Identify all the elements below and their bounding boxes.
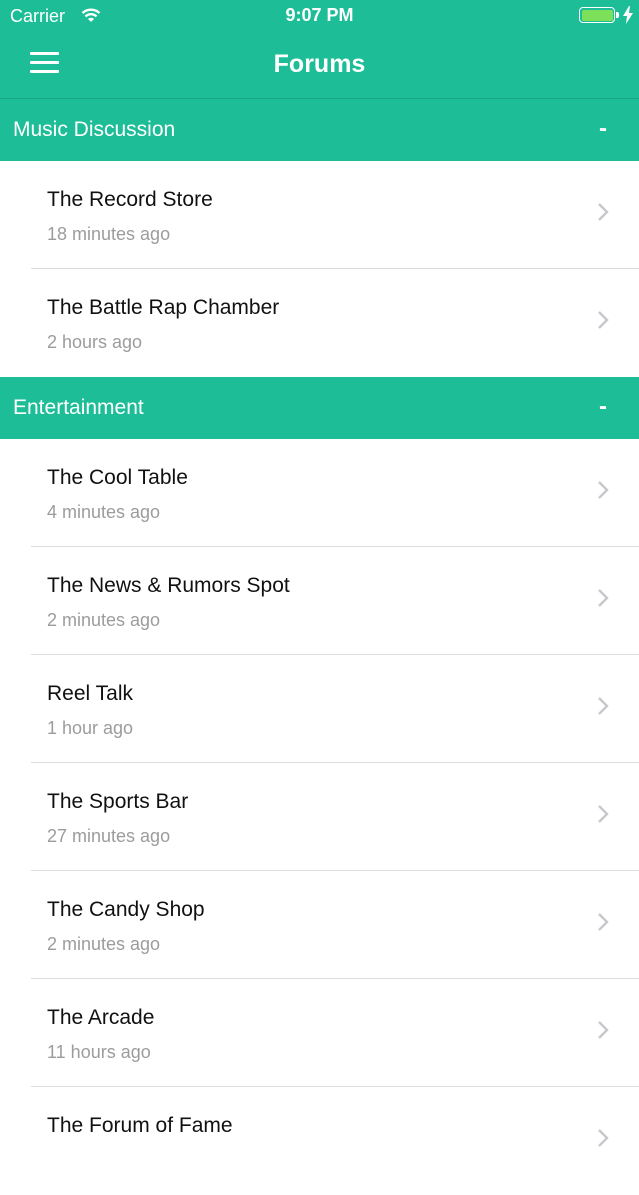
forum-last-activity: 27 minutes ago	[47, 826, 171, 846]
forum-title: The News & Rumors Spot	[47, 574, 290, 597]
forum-title: The Arcade	[47, 1006, 155, 1029]
status-bar: Carrier 9:07 PM	[0, 0, 639, 32]
battery-icon	[579, 7, 615, 23]
forum-row[interactable]: Reel Talk 1 hour ago	[0, 655, 639, 763]
forum-last-activity: 2 minutes ago	[47, 934, 161, 954]
chevron-right-icon	[597, 202, 609, 227]
forum-title: The Cool Table	[47, 466, 188, 489]
forum-title: The Forum of Fame	[47, 1114, 233, 1137]
forum-title: The Record Store	[47, 188, 213, 211]
section-header-entertainment[interactable]: Entertainment -	[0, 377, 639, 439]
chevron-right-icon	[597, 480, 609, 505]
section-header-music-discussion[interactable]: Music Discussion -	[0, 99, 639, 161]
chevron-right-icon	[597, 804, 609, 829]
forum-row[interactable]: The Arcade 11 hours ago	[0, 979, 639, 1087]
section-title: Music Discussion	[13, 118, 176, 141]
chevron-right-icon	[597, 696, 609, 721]
forum-row[interactable]: The Cool Table 4 minutes ago	[0, 439, 639, 547]
status-time: 9:07 PM	[285, 5, 354, 25]
chevron-right-icon	[597, 1020, 609, 1045]
nav-bar: Carrier 9:07 PM Forums	[0, 0, 639, 99]
forum-title: The Candy Shop	[47, 898, 205, 921]
forum-last-activity: 4 minutes ago	[47, 502, 161, 522]
forum-row[interactable]: The Forum of Fame	[0, 1087, 639, 1195]
forum-row[interactable]: The Sports Bar 27 minutes ago	[0, 763, 639, 871]
forum-last-activity: 11 hours ago	[47, 1042, 151, 1062]
forum-row[interactable]: The Record Store 18 minutes ago	[0, 161, 639, 269]
forum-row[interactable]: The Candy Shop 2 minutes ago	[0, 871, 639, 979]
chevron-right-icon	[597, 912, 609, 937]
forum-last-activity: 2 hours ago	[47, 332, 143, 352]
section-title: Entertainment	[13, 396, 144, 419]
chevron-right-icon	[597, 310, 609, 335]
charging-bolt-icon	[623, 6, 633, 29]
forum-row[interactable]: The Battle Rap Chamber 2 hours ago	[0, 269, 639, 377]
chevron-right-icon	[597, 1128, 609, 1153]
forum-last-activity: 2 minutes ago	[47, 610, 161, 630]
forum-last-activity: 18 minutes ago	[47, 224, 171, 244]
forum-row[interactable]: The News & Rumors Spot 2 minutes ago	[0, 547, 639, 655]
forum-title: The Battle Rap Chamber	[47, 296, 280, 319]
chevron-right-icon	[597, 588, 609, 613]
forum-last-activity: 1 hour ago	[47, 718, 134, 738]
battery-tip	[616, 12, 619, 18]
collapse-toggle[interactable]: -	[599, 393, 607, 421]
collapse-toggle[interactable]: -	[599, 115, 607, 143]
page-title: Forums	[273, 50, 366, 78]
forum-title: Reel Talk	[47, 682, 133, 705]
forum-title: The Sports Bar	[47, 790, 189, 813]
